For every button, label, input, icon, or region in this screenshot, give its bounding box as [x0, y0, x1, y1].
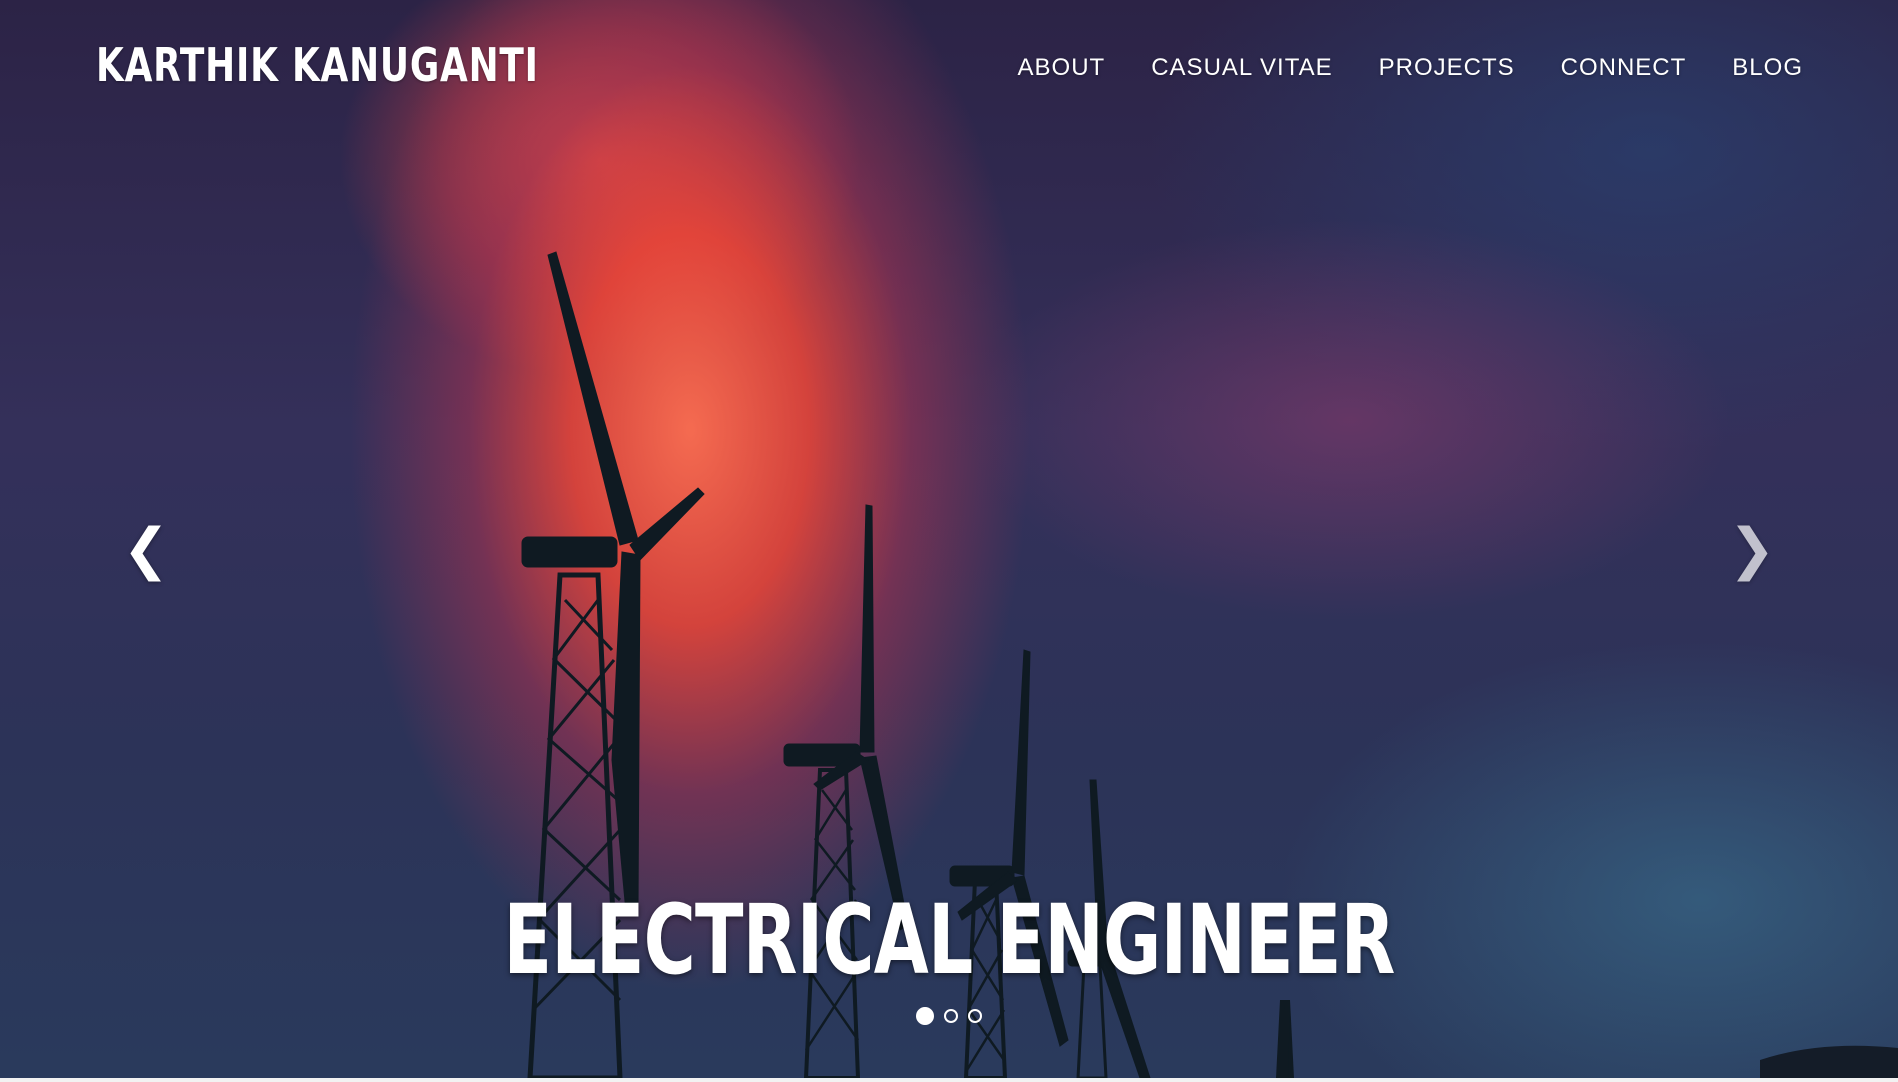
nav-item-about[interactable]: ABOUT	[1018, 54, 1106, 82]
chevron-left-icon: ❮	[122, 517, 170, 582]
nav-item-casual-vitae[interactable]: CASUAL VITAE	[1151, 54, 1332, 82]
carousel-indicator-1[interactable]	[916, 1007, 934, 1025]
nav-item-blog[interactable]: BLOG	[1732, 54, 1803, 82]
carousel-caption: ELECTRICAL ENGINEER	[0, 880, 1898, 1000]
nav-item-projects[interactable]: PROJECTS	[1379, 54, 1515, 82]
chevron-right-icon: ❯	[1728, 517, 1776, 582]
carousel-caption-text: ELECTRICAL ENGINEER	[503, 884, 1395, 996]
hero-carousel: KARTHIK KANUGANTI ABOUT CASUAL VITAE PRO…	[0, 0, 1898, 1078]
carousel-indicator-3[interactable]	[968, 1009, 982, 1023]
carousel-prev-button[interactable]: ❮	[116, 520, 176, 580]
main-nav: ABOUT CASUAL VITAE PROJECTS CONNECT BLOG	[1018, 54, 1803, 82]
site-brand-logo[interactable]: KARTHIK KANUGANTI	[96, 38, 539, 92]
carousel-indicators	[0, 1007, 1898, 1025]
carousel-next-button[interactable]: ❯	[1722, 520, 1782, 580]
nav-item-connect[interactable]: CONNECT	[1561, 54, 1687, 82]
top-navbar: KARTHIK KANUGANTI ABOUT CASUAL VITAE PRO…	[0, 0, 1898, 140]
carousel-indicator-2[interactable]	[944, 1009, 958, 1023]
page-bottom-edge	[0, 1078, 1898, 1082]
